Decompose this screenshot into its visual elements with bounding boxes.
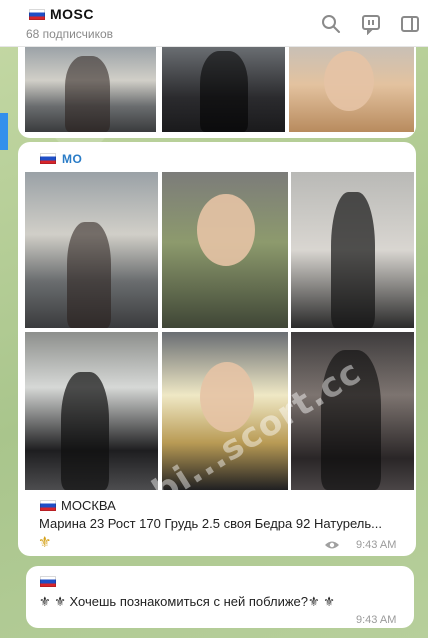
- channel-header[interactable]: MOSC 68 подписчиков: [0, 0, 428, 47]
- unread-indicator: [0, 113, 8, 150]
- search-icon[interactable]: [320, 13, 342, 35]
- person-figure: [65, 56, 110, 132]
- post-sender[interactable]: МО: [62, 152, 82, 166]
- post-time: 9:43 AM: [356, 539, 397, 551]
- russia-flag-icon: [40, 153, 56, 164]
- sidebar-toggle-icon[interactable]: [399, 13, 421, 35]
- person-figure: [61, 372, 109, 490]
- post-photo[interactable]: [162, 46, 285, 132]
- post-photo[interactable]: [25, 46, 156, 132]
- fleur-de-lis-icon: ⚜: [38, 534, 52, 551]
- message-text: ⚜ ⚜ Хочешь познакомиться с ней поближе?⚜…: [39, 594, 335, 609]
- person-face: [324, 51, 374, 111]
- post-photo[interactable]: [291, 172, 414, 328]
- post-caption: Марина 23 Рост 170 Грудь 2.5 своя Бедра …: [39, 516, 382, 531]
- post-photo[interactable]: [162, 172, 288, 328]
- person-figure: [200, 51, 248, 132]
- person-figure: [67, 222, 111, 328]
- eye-icon: [325, 541, 339, 549]
- post-photo[interactable]: [25, 332, 158, 490]
- message-time: 9:43 AM: [356, 614, 397, 626]
- subscriber-count: 68 подписчиков: [26, 27, 114, 41]
- comments-icon[interactable]: [360, 13, 382, 35]
- caption-city: МОСКВА: [61, 498, 116, 513]
- person-figure: [331, 192, 375, 328]
- channel-post-bubble: МО bi...scort.cc: [18, 142, 416, 556]
- post-photo[interactable]: [289, 46, 414, 132]
- russia-flag-icon: [40, 576, 56, 587]
- channel-title[interactable]: MOSC: [50, 6, 94, 22]
- person-face: [197, 194, 255, 266]
- post-photo[interactable]: [25, 172, 158, 328]
- russia-flag-icon: [40, 500, 56, 511]
- previous-post-bubble: [18, 46, 416, 138]
- russia-flag-icon: [29, 9, 45, 20]
